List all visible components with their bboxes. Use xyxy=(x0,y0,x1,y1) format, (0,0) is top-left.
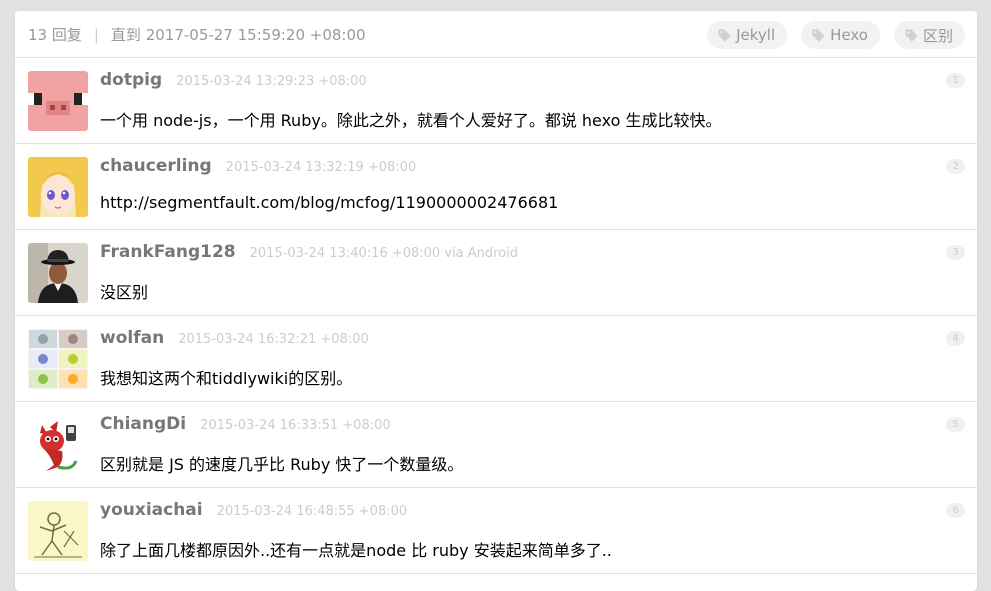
reply-item: wolfan 2015-03-24 16:32:21 +08:00 我想知这两个和… xyxy=(15,316,977,402)
reply-content: 没区别 xyxy=(100,283,149,302)
replies-box: 13 回复 | 直到 2017-05-27 15:59:20 +08:00 Jeky… xyxy=(15,11,977,591)
avatar[interactable] xyxy=(28,243,88,303)
reply-content: 我想知这两个和tiddlywiki的区别。 xyxy=(100,369,353,388)
tag-hexo[interactable]: Hexo xyxy=(801,21,880,49)
avatar[interactable] xyxy=(28,501,88,561)
reply-content: 除了上面几楼都原因外..还有一点就是node 比 ruby 安装起来简单多了.. xyxy=(100,541,612,560)
tag-label: Hexo xyxy=(830,26,868,44)
reply-item: dotpig 2015-03-24 13:29:23 +08:00 一个用 nod… xyxy=(15,58,977,144)
reply-summary: 13 回复 | 直到 2017-05-27 15:59:20 +08:00 xyxy=(28,24,366,45)
username-link[interactable]: youxiachai xyxy=(100,500,203,520)
username-link[interactable]: ChiangDi xyxy=(100,414,186,434)
reply-header: ChiangDi 2015-03-24 16:33:51 +08:00 xyxy=(100,414,391,434)
username-link[interactable]: dotpig xyxy=(100,70,162,90)
reply-content: http://segmentfault.com/blog/mcfog/11900… xyxy=(100,193,559,212)
reply-header: dotpig 2015-03-24 13:29:23 +08:00 xyxy=(100,70,367,90)
reply-item: chaucerling 2015-03-24 13:32:19 +08:00 ht… xyxy=(15,144,977,230)
reply-item: youxiachai 2015-03-24 16:48:55 +08:00 除了上… xyxy=(15,488,977,574)
reply-time: 2015-03-24 13:40:16 +08:00 via Android xyxy=(249,246,518,261)
avatar[interactable] xyxy=(28,157,88,217)
reply-header: chaucerling 2015-03-24 13:32:19 +08:00 xyxy=(100,156,416,176)
username-link[interactable]: wolfan xyxy=(100,328,164,348)
reply-header: youxiachai 2015-03-24 16:48:55 +08:00 xyxy=(100,500,407,520)
reply-time: 2015-03-24 16:48:55 +08:00 xyxy=(216,504,408,519)
tag-qubie[interactable]: 区别 xyxy=(893,21,965,49)
tag-icon xyxy=(718,28,731,42)
replies-header: 13 回复 | 直到 2017-05-27 15:59:20 +08:00 Jeky… xyxy=(15,11,977,58)
reply-time: 2015-03-24 13:32:19 +08:00 xyxy=(225,160,417,175)
reply-item: FrankFang128 2015-03-24 13:40:16 +08:00 v… xyxy=(15,230,977,316)
red-devil-avatar-icon xyxy=(28,415,88,475)
reply-content: 一个用 node-js，一个用 Ruby。除此之外，就看个人爱好了。都说 hex… xyxy=(100,111,722,130)
header-separator: | xyxy=(93,26,99,44)
reply-content: 区别就是 JS 的速度几乎比 Ruby 快了一个数量级。 xyxy=(100,455,464,474)
reply-item: ChiangDi 2015-03-24 16:33:51 +08:00 区别就是 … xyxy=(15,402,977,488)
man-in-hat-avatar-icon xyxy=(28,243,88,303)
tag-label: Jekyll xyxy=(736,26,776,44)
reply-time: 2015-03-24 13:29:23 +08:00 xyxy=(176,74,367,89)
tag-label: 区别 xyxy=(922,26,953,45)
anime-girl-avatar-icon xyxy=(28,157,88,217)
floor-number: 6 xyxy=(946,503,965,518)
avatar[interactable] xyxy=(28,71,88,131)
reply-time: 2015-03-24 16:33:51 +08:00 xyxy=(200,418,391,433)
reply-header: wolfan 2015-03-24 16:32:21 +08:00 xyxy=(100,328,369,348)
reply-count: 13 回复 xyxy=(28,26,82,44)
tag-list: Jekyll Hexo 区别 xyxy=(707,21,965,49)
floor-number: 4 xyxy=(946,331,965,346)
avatar[interactable] xyxy=(28,329,88,389)
floor-number: 2 xyxy=(946,159,965,174)
tag-jekyll[interactable]: Jekyll xyxy=(707,21,788,49)
username-link[interactable]: chaucerling xyxy=(100,156,212,176)
avatar[interactable] xyxy=(28,415,88,475)
tag-icon xyxy=(905,28,918,42)
pig-avatar-icon xyxy=(28,71,88,131)
reply-header: FrankFang128 2015-03-24 13:40:16 +08:00 v… xyxy=(100,242,518,262)
reply-time: 2015-03-24 16:32:21 +08:00 xyxy=(178,332,369,347)
last-reply-time: 直到 2017-05-27 15:59:20 +08:00 xyxy=(110,26,366,44)
sketch-avatar-icon xyxy=(28,501,88,561)
os-grid-avatar-icon xyxy=(28,329,88,389)
floor-number: 1 xyxy=(946,73,965,88)
floor-number: 3 xyxy=(946,245,965,260)
tag-icon xyxy=(812,28,825,42)
floor-number: 5 xyxy=(946,417,965,432)
username-link[interactable]: FrankFang128 xyxy=(100,242,236,262)
